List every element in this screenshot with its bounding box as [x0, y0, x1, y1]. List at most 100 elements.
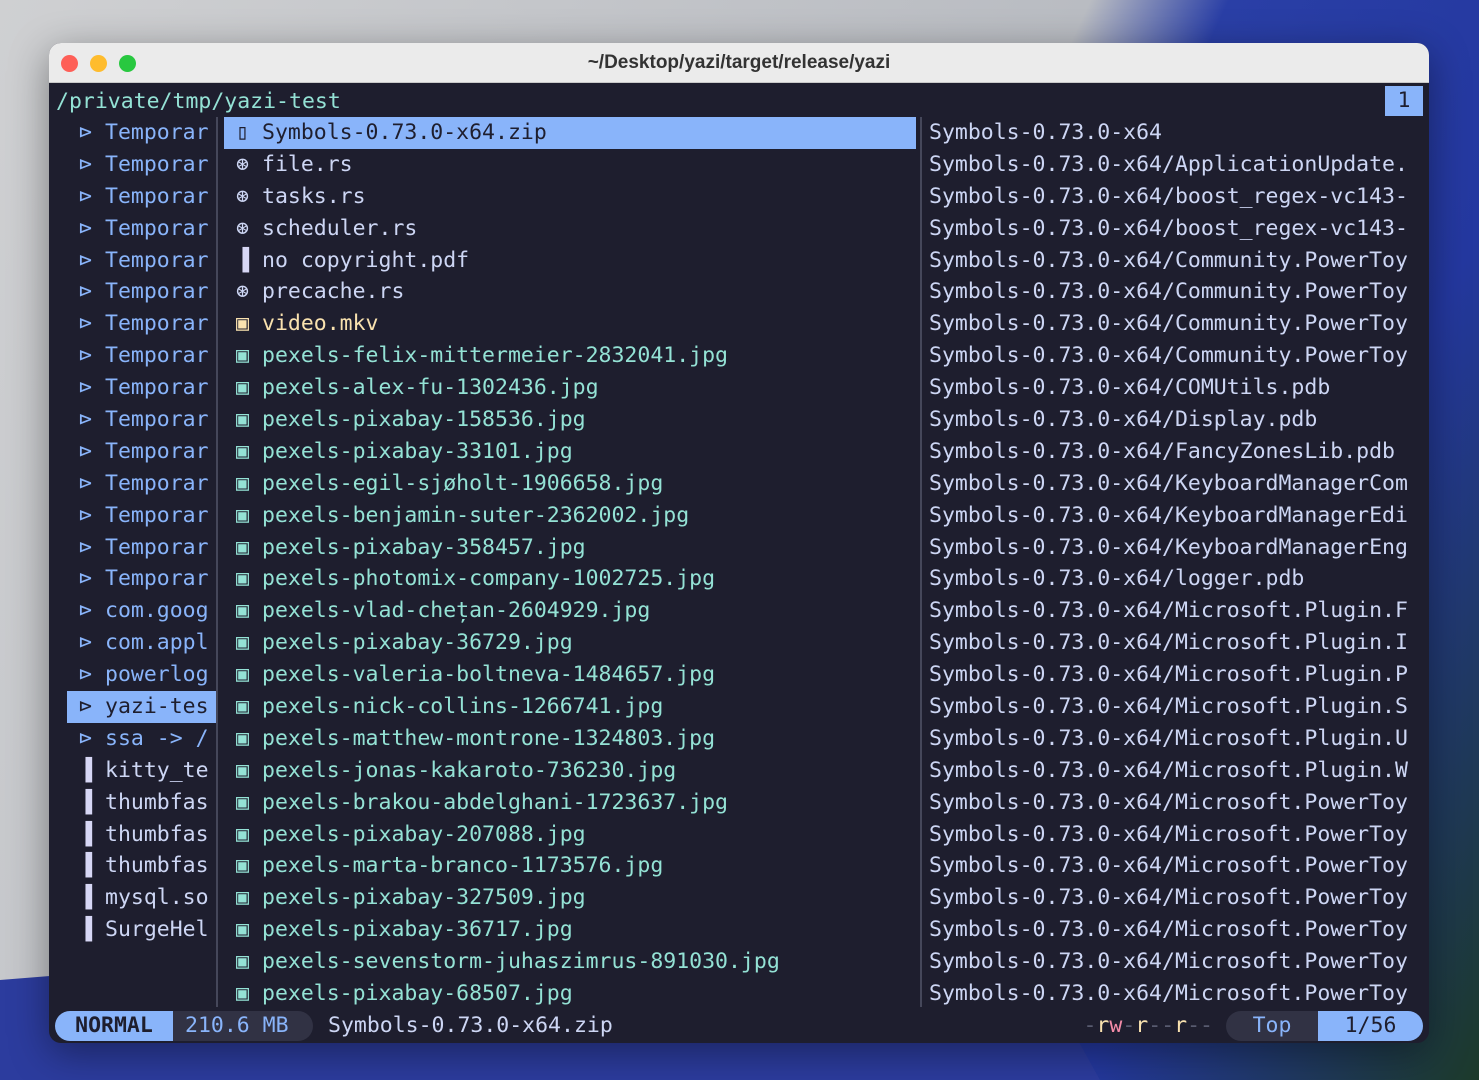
parent-list-item[interactable]: ⊳ Temporar — [67, 245, 217, 277]
file-list-item[interactable]: ▣ pexels-pixabay-68507.jpg — [224, 978, 916, 1010]
parent-list-item[interactable]: ⊳ Temporar — [67, 372, 217, 404]
preview-entry: Symbols-0.73.0-x64/Microsoft.Plugin.W — [929, 757, 1408, 783]
folder-icon: ⊳ — [79, 502, 92, 528]
file-name: pexels-jonas-kakaroto-736230.jpg — [262, 757, 677, 783]
folder-icon: ⊳ — [79, 630, 92, 656]
parent-item-name: Temporar — [105, 183, 209, 209]
perm-char: - — [1161, 1013, 1175, 1038]
file-list-item[interactable]: ⊛ precache.rs — [224, 276, 916, 308]
parent-pane: ⊳ Temporar ⊳ Temporar ⊳ Temporar ⊳ Temporar ⊳ Tem… — [67, 117, 217, 946]
file-list-item[interactable]: ▣ pexels-pixabay-36729.jpg — [224, 627, 916, 659]
parent-list-item[interactable]: ⊳ Temporar — [67, 563, 217, 595]
parent-item-name: Temporar — [105, 407, 209, 433]
preview-entry: Symbols-0.73.0-x64/Display.pdb — [929, 407, 1318, 433]
parent-list-item[interactable]: ⊳ Temporar — [67, 404, 217, 436]
parent-list-item[interactable]: ⊳ ssa -> / — [67, 723, 217, 755]
parent-list-item[interactable]: ▐ kitty_te — [67, 755, 217, 787]
parent-list-item[interactable]: ▐ SurgeHel — [67, 914, 217, 946]
parent-item-name: com.goog — [105, 598, 209, 624]
parent-list-item[interactable]: ⊳ Temporar — [67, 308, 217, 340]
preview-entry: Symbols-0.73.0-x64/ApplicationUpdate. — [929, 151, 1408, 177]
file-list-item[interactable]: ⊛ tasks.rs — [224, 181, 916, 213]
parent-list-item[interactable]: ▐ thumbfas — [67, 787, 217, 819]
image-icon: ▣ — [236, 821, 249, 847]
preview-entry: Symbols-0.73.0-x64/Microsoft.Plugin.P — [929, 662, 1408, 688]
file-list-item[interactable]: ▣ pexels-matthew-montrone-1324803.jpg — [224, 723, 916, 755]
file-list-item[interactable]: ▣ pexels-sevenstorm-juhaszimrus-891030.jp… — [224, 946, 916, 978]
folder-icon: ⊳ — [79, 534, 92, 560]
parent-list-item[interactable]: ⊳ Temporar — [67, 468, 217, 500]
parent-list-item[interactable]: ⊳ Temporar — [67, 117, 217, 149]
parent-list-item[interactable]: ▐ thumbfas — [67, 850, 217, 882]
file-list-item[interactable]: ▣ pexels-marta-branco-1173576.jpg — [224, 850, 916, 882]
parent-item-name: Temporar — [105, 438, 209, 464]
parent-list-item[interactable]: ⊳ com.goog — [67, 595, 217, 627]
archive-icon: ▯ — [236, 120, 249, 145]
parent-list-item[interactable]: ⊳ Temporar — [67, 149, 217, 181]
file-list-item[interactable]: ▣ pexels-jonas-kakaroto-736230.jpg — [224, 755, 916, 787]
folder-icon: ⊳ — [79, 120, 92, 145]
parent-list-item[interactable]: ⊳ Temporar — [67, 340, 217, 372]
preview-entry: Symbols-0.73.0-x64/Community.PowerToy — [929, 311, 1408, 337]
file-list-item[interactable]: ▣ pexels-benjamin-suter-2362002.jpg — [224, 500, 916, 532]
video-icon: ▣ — [236, 311, 249, 337]
file-name: pexels-valeria-boltneva-1484657.jpg — [262, 662, 716, 688]
file-name: pexels-egil-sjøholt-1906658.jpg — [262, 470, 664, 496]
parent-item-name: thumbfas — [105, 853, 209, 879]
parent-list-item[interactable]: ⊳ powerlog — [67, 659, 217, 691]
preview-entry: Symbols-0.73.0-x64/Community.PowerToy — [929, 343, 1408, 369]
file-list-item[interactable]: ▣ pexels-photomix-company-1002725.jpg — [224, 563, 916, 595]
file-list-item[interactable]: ▣ pexels-pixabay-327509.jpg — [224, 882, 916, 914]
file-list-item[interactable]: ▣ pexels-valeria-boltneva-1484657.jpg — [224, 659, 916, 691]
file-list-item[interactable]: ▯ Symbols-0.73.0-x64.zip — [224, 117, 916, 149]
file-list-item[interactable]: ▣ pexels-nick-collins-1266741.jpg — [224, 691, 916, 723]
file-list-item[interactable]: ▣ video.mkv — [224, 308, 916, 340]
tab-1[interactable]: 1 — [1385, 86, 1423, 116]
parent-list-item[interactable]: ⊳ yazi-tes — [67, 691, 217, 723]
file-list-item[interactable]: ▣ pexels-pixabay-36717.jpg — [224, 914, 916, 946]
file-list-item[interactable]: ▣ pexels-pixabay-207088.jpg — [224, 819, 916, 851]
preview-entry: Symbols-0.73.0-x64/Microsoft.PowerToy — [929, 789, 1408, 815]
file-name: precache.rs — [262, 279, 405, 305]
image-icon: ▣ — [236, 407, 249, 433]
image-icon: ▣ — [236, 470, 249, 496]
file-list-item[interactable]: ▣ pexels-egil-sjøholt-1906658.jpg — [224, 468, 916, 500]
parent-list-item[interactable]: ⊳ com.appl — [67, 627, 217, 659]
parent-item-name: Temporar — [105, 470, 209, 496]
file-list-item[interactable]: ▣ pexels-pixabay-358457.jpg — [224, 532, 916, 564]
image-icon: ▣ — [236, 630, 249, 656]
parent-item-name: Temporar — [105, 343, 209, 369]
file-list-item[interactable]: ▣ pexels-felix-mittermeier-2832041.jpg — [224, 340, 916, 372]
file-icon: ▐ — [236, 247, 249, 273]
file-list-item[interactable]: ⊛ file.rs — [224, 149, 916, 181]
file-list-item[interactable]: ▣ pexels-vlad-chețan-2604929.jpg — [224, 595, 916, 627]
parent-list-item[interactable]: ▐ mysql.so — [67, 882, 217, 914]
file-list-item[interactable]: ▣ pexels-pixabay-33101.jpg — [224, 436, 916, 468]
parent-list-item[interactable]: ▐ thumbfas — [67, 819, 217, 851]
folder-icon: ⊳ — [79, 343, 92, 369]
window-title: ~/Desktop/yazi/target/release/yazi — [587, 52, 891, 73]
file-list-item[interactable]: ▣ pexels-pixabay-158536.jpg — [224, 404, 916, 436]
preview-entry: Symbols-0.73.0-x64/Microsoft.PowerToy — [929, 853, 1408, 879]
preview-entry: Symbols-0.73.0-x64/Microsoft.PowerToy — [929, 917, 1408, 943]
parent-list-item[interactable]: ⊳ Temporar — [67, 213, 217, 245]
file-list-item[interactable]: ▣ pexels-brakou-abdelghani-1723637.jpg — [224, 787, 916, 819]
parent-list-item[interactable]: ⊳ Temporar — [67, 532, 217, 564]
file-list-item[interactable]: ▣ pexels-alex-fu-1302436.jpg — [224, 372, 916, 404]
file-name: pexels-pixabay-207088.jpg — [262, 821, 586, 847]
parent-list-item[interactable]: ⊳ Temporar — [67, 436, 217, 468]
image-icon: ▣ — [236, 534, 249, 560]
image-icon: ▣ — [236, 502, 249, 528]
file-list-item[interactable]: ⊛ scheduler.rs — [224, 213, 916, 245]
status-bar: NORMAL 210.6 MB Symbols-0.73.0-x64.zip -… — [55, 1011, 1423, 1041]
perm-char: - — [1122, 1013, 1136, 1038]
preview-entry: Symbols-0.73.0-x64/Community.PowerToy — [929, 279, 1408, 305]
parent-item-name: Temporar — [105, 151, 209, 177]
parent-list-item[interactable]: ⊳ Temporar — [67, 276, 217, 308]
image-icon: ▣ — [236, 725, 249, 751]
parent-list-item[interactable]: ⊳ Temporar — [67, 181, 217, 213]
file-name: video.mkv — [262, 311, 379, 337]
file-list-item[interactable]: ▐ no copyright.pdf — [224, 245, 916, 277]
parent-list-item[interactable]: ⊳ Temporar — [67, 500, 217, 532]
file-name: pexels-pixabay-36717.jpg — [262, 917, 573, 943]
